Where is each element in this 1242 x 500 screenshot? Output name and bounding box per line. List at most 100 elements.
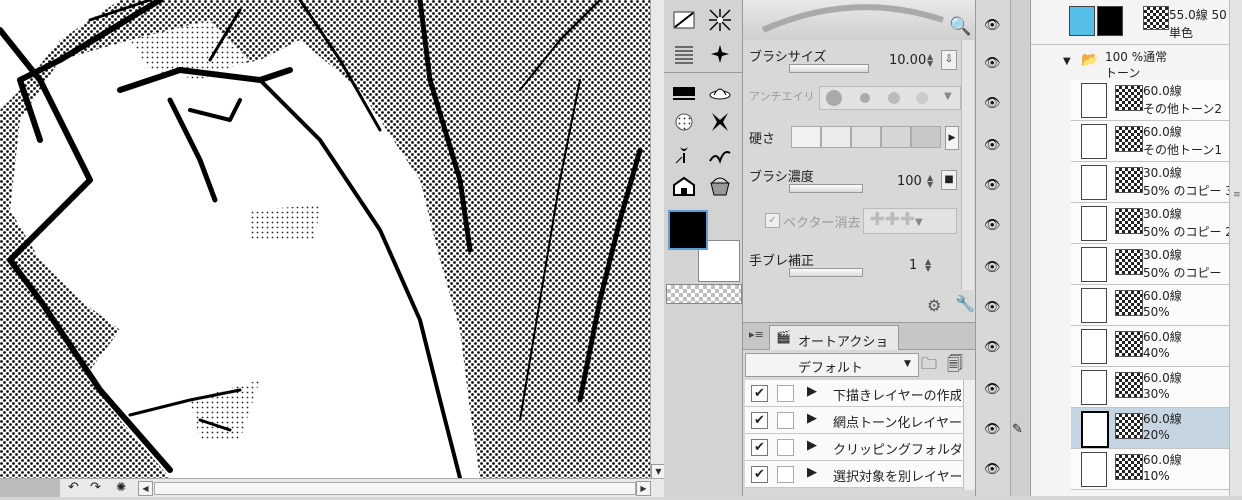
visibility-eye-icon[interactable]: 👁 [984,260,1001,275]
visibility-eye-icon[interactable]: 👁 [984,300,1001,315]
panel-menu-icon[interactable]: ▸≡ [749,328,764,341]
expand-arrow-icon[interactable]: ▶ [807,411,817,426]
action-dialog-checkbox[interactable] [777,466,794,483]
layer-row[interactable]: 60.0線 50% [1071,285,1242,326]
stabilization-value[interactable]: 1 [909,258,917,273]
layer-thumbnail [1081,452,1107,487]
antialias-selector[interactable]: ▼ [819,86,961,110]
layer-name-line1: 60.0線 [1143,84,1182,98]
layer-thumbnail [1081,83,1107,118]
hardness-expand-icon[interactable]: ▶ [945,126,959,150]
cross-star-icon[interactable] [704,108,736,136]
tone-thumbnail-icon [1115,372,1143,398]
visibility-eye-icon[interactable]: 👁 [984,56,1001,71]
visibility-eye-icon[interactable]: 👁 [984,138,1001,153]
bucket-icon[interactable] [704,172,736,200]
action-dialog-checkbox[interactable] [777,439,794,456]
layer-row[interactable]: 60.0線 その他トーン2 [1071,80,1242,121]
action-item[interactable]: ✔ ▶ クリッピングフォルダー化 [745,434,963,461]
hardness-selector[interactable] [791,126,941,148]
scroll-right-arrow-icon[interactable]: ▶ [636,481,651,496]
stabilization-label: 手ブレ補正 [749,254,815,269]
action-item[interactable]: ✔ ▶ 選択対象を別レイヤー [745,461,963,488]
expand-arrow-icon[interactable]: ▶ [807,384,817,399]
brush-density-spinner-icon[interactable]: ▲ ▼ [927,174,933,189]
layer-list-scrollbar[interactable]: ≡ [1229,0,1242,496]
action-item[interactable]: ✔ ▶ 網点トーン化レイヤー [745,407,963,434]
tone-thumbnail-icon [1115,249,1143,275]
stabilization-spinner-icon[interactable]: ▲ ▼ [925,258,931,273]
transparent-color-swatch[interactable] [666,284,742,304]
reset-rotation-icon[interactable]: ✺ [116,480,126,494]
horizontal-scroll-thumb[interactable] [154,482,636,495]
canvas-vertical-scrollbar[interactable]: ▼ [650,0,666,479]
new-action-set-icon[interactable]: 🗀 [921,353,937,380]
sparkle-icon[interactable] [704,40,736,68]
action-enable-checkbox[interactable]: ✔ [751,439,768,456]
zoom-preview-icon[interactable]: 🔍 [949,16,971,37]
hat-shape-icon[interactable] [704,78,736,106]
action-enable-checkbox[interactable]: ✔ [751,412,768,429]
chevron-down-icon: ▼ [904,359,911,369]
action-set-dropdown[interactable]: デフォルト ▼ [745,353,919,377]
layer-row-color[interactable]: 55.0線 50 単色 [1031,0,1242,45]
building-icon[interactable] [668,172,700,200]
visibility-eye-icon[interactable]: 👁 [984,422,1001,437]
action-dialog-checkbox[interactable] [777,385,794,402]
visibility-eye-icon[interactable]: 👁 [984,178,1001,193]
stream-line-icon[interactable] [668,40,700,68]
brush-density-slider[interactable] [789,184,863,193]
action-enable-checkbox[interactable]: ✔ [751,466,768,483]
layer-folder-tone[interactable]: ▼ 📂 100 %通常 トーン [1031,46,1242,80]
stabilization-slider[interactable] [789,268,863,277]
visibility-eye-icon[interactable]: 👁 [984,382,1001,397]
visibility-eye-icon[interactable]: 👁 [984,462,1001,477]
scroll-left-arrow-icon[interactable]: ◀ [138,481,153,496]
layer-row[interactable]: 60.0線 10% [1071,449,1242,490]
brush-size-spinner-icon[interactable]: ▲ ▼ [927,53,933,68]
vector-erase-checkbox[interactable]: ✓ [765,213,780,228]
layer-row[interactable]: 60.0線 40% [1071,326,1242,367]
brush-size-value[interactable]: 10.00 [889,53,926,68]
line-tool-icon[interactable] [668,6,700,34]
tone-flower-icon[interactable] [668,108,700,136]
drawing-canvas[interactable] [0,0,650,478]
expand-arrow-icon[interactable]: ▶ [807,438,817,453]
size-pressure-icon[interactable]: ⇩ [941,50,957,70]
rotate-right-icon[interactable]: ↷ [90,480,101,495]
property-scrollbar[interactable] [961,40,974,290]
brush-size-slider[interactable] [789,64,869,73]
flower-decoration-icon[interactable] [668,140,700,168]
layer-row-selected[interactable]: 60.0線 20% [1071,408,1242,449]
layer-row[interactable]: 30.0線 50% のコピー 3 [1071,162,1242,203]
vector-erase-mode-selector[interactable]: ✚✚✚▼ [863,208,957,234]
layer-row[interactable]: 60.0線 30% [1071,367,1242,408]
brush-density-value[interactable]: 100 [897,174,922,189]
visibility-eye-icon[interactable]: 👁 [984,96,1001,111]
rotate-left-icon[interactable]: ↶ [68,480,79,495]
tool-settings-icon[interactable]: ⚙ [927,296,941,315]
main-color-swatch[interactable] [668,210,708,250]
layer-row[interactable]: 30.0線 50% のコピー 2 [1071,203,1242,244]
action-item[interactable]: ✔ ▶ 下描きレイヤーの作成 [745,380,963,407]
expand-arrow-icon[interactable]: ▶ [807,465,817,480]
wrench-icon[interactable]: 🔧 [955,294,975,313]
hardness-label: 硬さ [749,132,776,147]
action-enable-checkbox[interactable]: ✔ [751,385,768,402]
density-pressure-icon[interactable]: ■ [941,170,957,190]
visibility-eye-icon[interactable]: 👁 [984,218,1001,233]
visibility-eye-icon[interactable]: 👁 [984,340,1001,355]
visibility-eye-icon[interactable]: 👁 [984,18,1001,33]
tab-auto-action[interactable]: 🎬 オートアクション [769,325,899,369]
folder-collapse-icon[interactable]: ▼ [1063,56,1071,67]
vector-erase-label: ベクター消去 [783,216,861,231]
action-list-scrollbar[interactable] [963,380,975,490]
tone-thumbnail-icon [1115,208,1143,234]
action-set-settings-icon[interactable]: 🗐 [947,353,963,380]
layer-row[interactable]: 30.0線 50% のコピー [1071,244,1242,285]
layer-row[interactable]: 60.0線 その他トーン1 [1071,121,1242,162]
frame-border-icon[interactable] [668,78,700,106]
action-dialog-checkbox[interactable] [777,412,794,429]
saturated-line-icon[interactable] [704,6,736,34]
grass-decoration-icon[interactable] [704,140,736,168]
